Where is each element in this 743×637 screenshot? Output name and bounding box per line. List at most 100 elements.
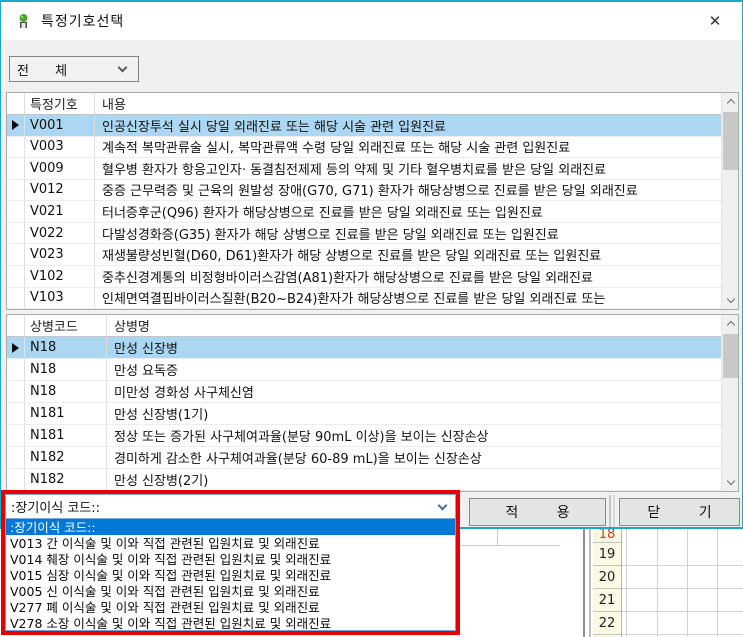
table-row[interactable]: V003 계속적 복막관류술 실시, 복막관류액 수령 당일 외래진료 또는 해… — [7, 137, 721, 159]
dropdown-option[interactable]: V005 신 이식술 및 이와 직접 관련된 입원치료 및 외래진료 — [6, 582, 455, 598]
table-row[interactable]: V012 중증 근무력증 및 근육의 원발성 장애(G70, G71) 환자가 … — [7, 180, 721, 202]
close-icon[interactable]: ✕ — [696, 2, 734, 40]
pane-splitter — [589, 529, 591, 637]
scroll-up-icon[interactable] — [722, 93, 739, 110]
dropdown-option[interactable]: V015 심장 이식술 및 이와 직접 관련된 입원치료 및 외래진료 — [6, 567, 455, 583]
scroll-down-icon[interactable] — [722, 474, 739, 491]
cell-name: 미만성 경화성 사구체신염 — [107, 381, 721, 402]
table-row[interactable]: V009 혈우병 환자가 항응고인자· 동결침전제제 등의 약제 및 기타 혈우… — [7, 158, 721, 180]
row-selector — [7, 359, 25, 380]
current-row-arrow-icon — [12, 120, 19, 130]
transplant-combobox-value: :장기이식 코드:: — [6, 497, 439, 516]
apply-button[interactable]: 적 용 — [469, 498, 606, 526]
table-row[interactable]: V001 인공신장투석 실시 당일 외래진료 또는 해당 시술 관련 입원진료 — [7, 115, 721, 137]
background-gridline — [455, 545, 560, 546]
row-selector — [7, 201, 25, 222]
cell-desc: 터너증후군(Q96) 환자가 해당상병으로 진료를 받은 당일 외래진료 또는 … — [95, 201, 721, 222]
table-row[interactable]: N18 만성 신장병 — [7, 337, 721, 359]
table-row[interactable]: V102 중추신경계통의 비정형바이러스감염(A81)환자가 해당상병으로 진료… — [7, 266, 721, 288]
close-button[interactable]: 닫 기 — [619, 498, 740, 526]
table-row[interactable]: N18 만성 요독증 — [7, 359, 721, 381]
symbol-table: 특정기호 내용 V001 인공신장투석 실시 당일 외래진료 또는 해당 시술 … — [6, 92, 739, 310]
dropdown-option[interactable]: V278 소장 이식술 및 이와 직접 관련된 입원치료 및 외래진료 — [6, 614, 455, 630]
cell-desc: 계속적 복막관류술 실시, 복막관류액 수령 당일 외래진료 또는 해당 시술 … — [95, 137, 721, 158]
table-row[interactable]: N182 경미하게 감소한 사구체여과율(분당 60-89 mL)을 보이는 신… — [7, 447, 721, 469]
symbol-table-header: 특정기호 내용 — [7, 93, 721, 115]
scroll-up-icon[interactable] — [722, 315, 739, 332]
cell-code: V103 — [25, 288, 95, 309]
chevron-down-icon — [118, 63, 128, 73]
cell-code: V012 — [25, 180, 95, 201]
dropdown-option[interactable]: :장기이식 코드:: — [6, 519, 455, 535]
column-header-name: 상병명 — [107, 315, 721, 336]
row-selector — [7, 288, 25, 309]
table-row[interactable]: N181 만성 신장병(1기) — [7, 403, 721, 425]
row-selector — [7, 158, 25, 179]
table-row[interactable]: V022 다발성경화증(G35) 환자가 해당 상병으로 진료를 받은 당일 외… — [7, 223, 721, 245]
sheet-row-number: 18 — [593, 529, 621, 543]
cell-name: 만성 신장병(2기) — [107, 469, 721, 490]
cell-code: N182 — [25, 469, 107, 490]
special-symbol-dialog: 특정기호선택 ✕ 전 체 특정기호 내용 V001 인공신장투석 실시 당일 외… — [0, 0, 743, 529]
row-selector — [7, 403, 25, 424]
cell-code: N18 — [25, 337, 107, 358]
cell-name: 만성 요독증 — [107, 359, 721, 380]
cell-code: V102 — [25, 266, 95, 287]
disease-table-header: 상병코드 상병명 — [7, 315, 721, 337]
cell-code: V003 — [25, 137, 95, 158]
cell-name: 만성 신장병(1기) — [107, 403, 721, 424]
cell-code: V021 — [25, 201, 95, 222]
row-selector — [7, 137, 25, 158]
column-header-desc: 내용 — [95, 93, 721, 114]
table-row[interactable]: N182 만성 신장병(2기) — [7, 469, 721, 491]
row-selector — [7, 337, 25, 358]
cell-code: V001 — [25, 115, 95, 136]
dropdown-option[interactable]: V013 간 이식술 및 이와 직접 관련된 입원치료 및 외래진료 — [6, 535, 455, 551]
disease-table: 상병코드 상병명 N18 만성 신장병 N18 만성 요독증 N18 미만성 경… — [6, 314, 739, 492]
chevron-down-icon — [438, 500, 448, 510]
row-selector — [7, 115, 25, 136]
cell-code: N18 — [25, 381, 107, 402]
app-icon — [15, 13, 31, 29]
button-divider — [609, 495, 611, 527]
column-header-code: 특정기호 — [25, 93, 95, 114]
table-row[interactable]: N181 정상 또는 증가된 사구체여과율(분당 90mL 이상)을 보이는 신… — [7, 425, 721, 447]
cell-name: 정상 또는 증가된 사구체여과율(분당 90mL 이상)을 보이는 신장손상 — [107, 425, 721, 446]
sheet-grid-cells — [622, 529, 743, 637]
selector-column-header — [7, 93, 25, 114]
vertical-scrollbar[interactable] — [721, 315, 738, 491]
cell-desc: 재생불량성빈혈(D60, D61)환자가 해당 상병으로 진료를 받은 당일 외… — [95, 244, 721, 265]
selector-column-header — [7, 315, 25, 336]
transplant-combobox[interactable]: :장기이식 코드:: — [5, 494, 456, 519]
table-row[interactable]: V023 재생불량성빈혈(D60, D61)환자가 해당 상병으로 진료를 받은… — [7, 244, 721, 266]
cell-name: 만성 신장병 — [107, 337, 721, 358]
row-selector — [7, 425, 25, 446]
cell-desc: 인체면역결핍바이러스질환(B20~B24)환자가 해당상병으로 진료를 받은 당… — [95, 288, 721, 309]
scrollbar-thumb[interactable] — [723, 334, 738, 378]
row-selector — [7, 180, 25, 201]
cell-code: N181 — [25, 403, 107, 424]
scroll-down-icon[interactable] — [722, 292, 739, 309]
row-selector — [7, 447, 25, 468]
row-selector — [7, 469, 25, 490]
table-row[interactable]: V103 인체면역결핍바이러스질환(B20~B24)환자가 해당상병으로 진료를… — [7, 288, 721, 310]
cell-code: V022 — [25, 223, 95, 244]
filter-combobox[interactable]: 전 체 — [9, 56, 139, 82]
row-selector — [7, 381, 25, 402]
dropdown-option[interactable]: V277 폐 이식술 및 이와 직접 관련된 입원치료 및 외래진료 — [6, 598, 455, 614]
row-selector — [7, 266, 25, 287]
table-row[interactable]: N18 미만성 경화성 사구체신염 — [7, 381, 721, 403]
filter-combobox-value: 전 체 — [10, 60, 119, 79]
cell-code: V009 — [25, 158, 95, 179]
cell-desc: 중증 근무력증 및 근육의 원발성 장애(G70, G71) 환자가 해당상병으… — [95, 180, 721, 201]
table-row[interactable]: V021 터너증후군(Q96) 환자가 해당상병으로 진료를 받은 당일 외래진… — [7, 201, 721, 223]
cell-desc: 다발성경화증(G35) 환자가 해당 상병으로 진료를 받은 당일 외래진료 또… — [95, 223, 721, 244]
cell-desc: 중추신경계통의 비정형바이러스감염(A81)환자가 해당상병으로 진료를 받은 … — [95, 266, 721, 287]
scrollbar-thumb[interactable] — [723, 112, 738, 170]
cell-code: N181 — [25, 425, 107, 446]
vertical-scrollbar[interactable] — [721, 93, 738, 309]
dialog-title: 특정기호선택 — [41, 11, 124, 31]
dropdown-option[interactable]: V014 췌장 이식술 및 이와 직접 관련된 입원치료 및 외래진료 — [6, 551, 455, 567]
pane-splitter — [583, 529, 585, 637]
transplant-code-highlight-frame: :장기이식 코드:: :장기이식 코드:: V013 간 이식술 및 이와 직접… — [1, 490, 460, 635]
